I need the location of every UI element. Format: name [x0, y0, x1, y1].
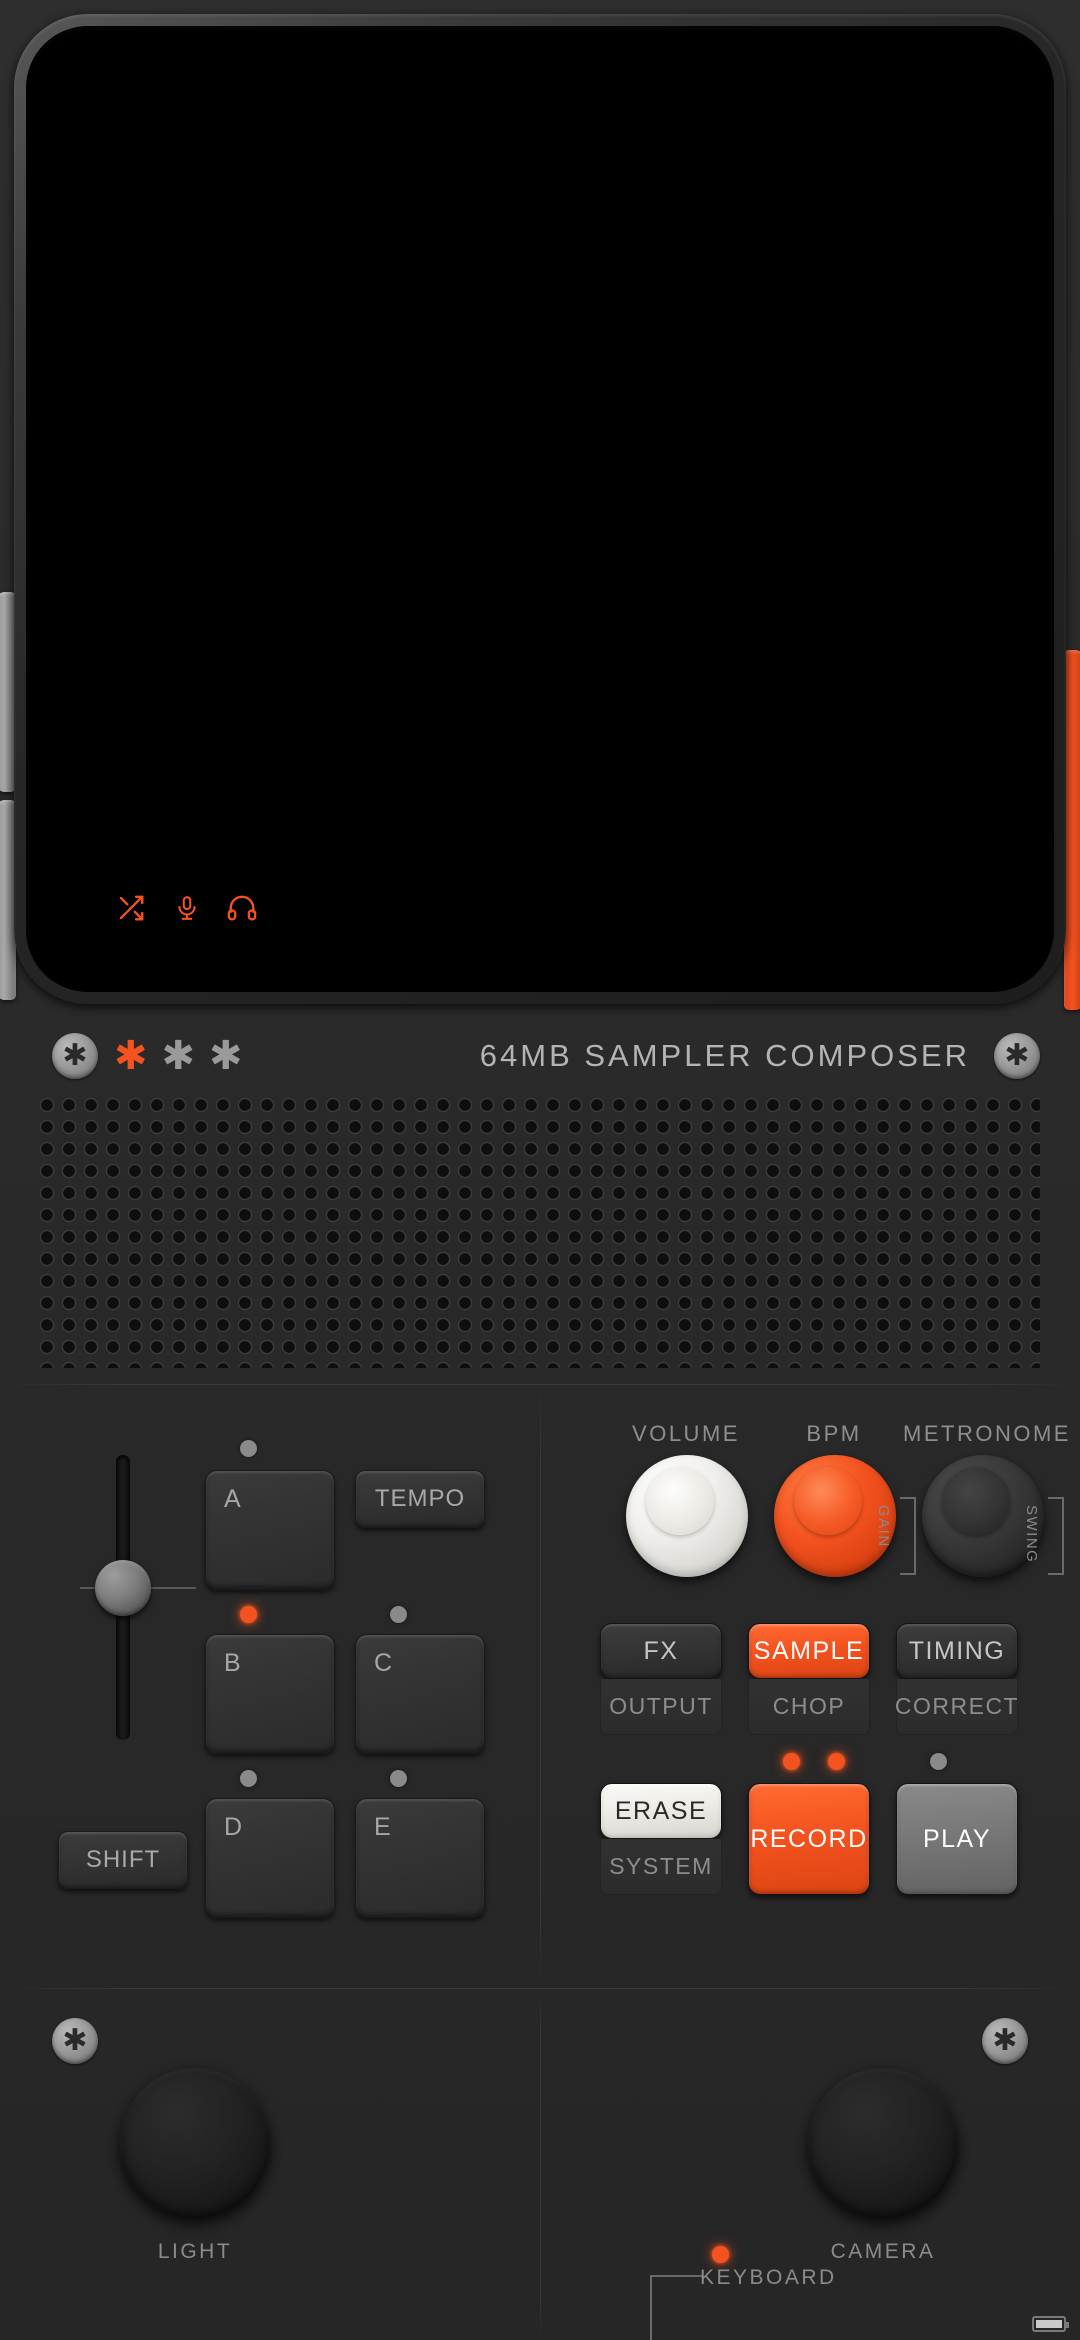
- shift-button[interactable]: SHIFT: [58, 1831, 188, 1889]
- timing-button[interactable]: TIMING: [896, 1623, 1018, 1679]
- display-screen[interactable]: [26, 26, 1054, 992]
- device-body: ✱ ✱ ✱ ✱ 64MB SAMPLER COMPOSER ✱ A TEMPO …: [0, 0, 1080, 2340]
- metronome-knob-pointer: [942, 1467, 1010, 1535]
- pad-a[interactable]: A: [205, 1470, 335, 1590]
- asterisk-indicator-2: ✱: [161, 1034, 196, 1078]
- shuffle-icon[interactable]: [114, 893, 148, 923]
- screw-icon-bottom-left: ✱: [52, 2018, 98, 2064]
- left-control-panel: A TEMPO B C D E SHIFT: [0, 1385, 538, 1985]
- light-knob[interactable]: [120, 2068, 270, 2218]
- keyboard-led: [712, 2246, 729, 2263]
- keyboard-leader-line: [650, 2275, 702, 2340]
- erase-button[interactable]: ERASE: [600, 1783, 722, 1839]
- camera-knob[interactable]: [808, 2068, 958, 2218]
- pad-led-a: [240, 1440, 257, 1457]
- play-led: [930, 1753, 947, 1770]
- power-side-button[interactable]: [1064, 650, 1080, 1010]
- microphone-icon[interactable]: [174, 892, 200, 924]
- screw-icon-top-right: ✱: [994, 1033, 1040, 1079]
- sample-button[interactable]: SAMPLE: [748, 1623, 870, 1679]
- bottom-panel: ✱ LIGHT ✱ CAMERA KEYBOARD: [0, 1990, 1080, 2340]
- volume-knob-pointer: [646, 1467, 714, 1535]
- record-led-1: [783, 1753, 800, 1770]
- model-name-text: 64MB SAMPLER COMPOSER: [479, 1038, 970, 1073]
- chop-sublabel: CHOP: [748, 1679, 870, 1735]
- screen-status-icons: [114, 892, 258, 924]
- metronome-knob-label: METRONOME: [903, 1421, 1071, 1446]
- pad-b[interactable]: B: [205, 1634, 335, 1754]
- correct-sublabel: CORRECT: [895, 1679, 1018, 1735]
- screw-icon-top-left: ✱: [52, 1033, 98, 1079]
- pad-led-c: [390, 1606, 407, 1623]
- pad-d[interactable]: D: [205, 1798, 335, 1918]
- record-led-2: [828, 1753, 845, 1770]
- bpm-knob-pointer: [794, 1467, 862, 1535]
- headphones-icon[interactable]: [226, 893, 258, 923]
- system-sublabel: SYSTEM: [600, 1839, 722, 1895]
- battery-fill: [1036, 2320, 1062, 2328]
- speaker-grille: [40, 1098, 1040, 1368]
- battery-icon: [1032, 2316, 1069, 2332]
- fx-button[interactable]: FX: [600, 1623, 722, 1679]
- pad-led-d: [240, 1770, 257, 1787]
- swing-bracket: [1048, 1497, 1064, 1575]
- swing-bracket-label: SWING: [1023, 1505, 1040, 1564]
- tempo-button[interactable]: TEMPO: [355, 1470, 485, 1528]
- volume-knob[interactable]: [626, 1455, 748, 1577]
- model-label-strip: ✱ ✱ ✱ ✱ 64MB SAMPLER COMPOSER ✱: [0, 1012, 1080, 1100]
- camera-label: CAMERA: [830, 2240, 936, 2263]
- gain-bracket: [900, 1497, 916, 1575]
- asterisk-indicator-1: ✱: [114, 1034, 148, 1078]
- pad-c[interactable]: C: [355, 1634, 485, 1754]
- gain-bracket-label: GAIN: [875, 1505, 892, 1548]
- screw-icon-bottom-right: ✱: [982, 2018, 1028, 2064]
- record-button[interactable]: RECORD: [748, 1783, 870, 1895]
- pad-led-b: [240, 1606, 257, 1623]
- divider-bottom: [0, 1988, 1080, 1989]
- pad-e[interactable]: E: [355, 1798, 485, 1918]
- status-asterisk-group: ✱ ✱ ✱: [114, 1036, 243, 1076]
- light-label: LIGHT: [157, 2240, 233, 2263]
- output-sublabel: OUTPUT: [600, 1679, 722, 1735]
- keyboard-label: KEYBOARD: [700, 2266, 837, 2289]
- play-button[interactable]: PLAY: [896, 1783, 1018, 1895]
- fader-tick-right: [150, 1587, 196, 1589]
- asterisk-indicator-3: ✱: [209, 1034, 243, 1078]
- level-fader-knob[interactable]: [95, 1560, 151, 1616]
- pad-led-e: [390, 1770, 407, 1787]
- right-control-panel: VOLUME BPM METRONOME GAIN SWING FX OUTPU…: [540, 1385, 1080, 1985]
